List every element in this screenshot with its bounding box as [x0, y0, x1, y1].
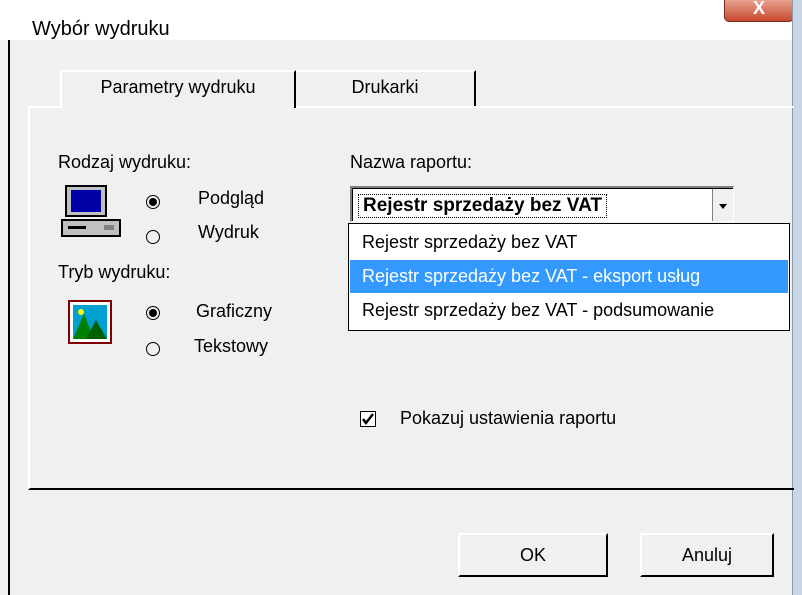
print-type-label: Rodzaj wydruku:	[58, 152, 192, 172]
computer-icon	[61, 185, 121, 237]
report-option-highlighted[interactable]: Rejestr sprzedaży bez VAT - eksport usłu…	[350, 260, 788, 293]
tab-label: Parametry wydruku	[100, 77, 256, 97]
cancel-button-label: Anuluj	[681, 545, 733, 565]
radio-tekstowy[interactable]	[146, 342, 160, 356]
report-selected-value: Rejestr sprzedaży bez VAT	[358, 194, 607, 218]
checkmark-icon	[362, 413, 374, 426]
report-combobox[interactable]: Rejestr sprzedaży bez VAT	[350, 186, 734, 222]
ok-button-label: OK	[519, 545, 546, 565]
window-title: Wybór wydruku	[32, 18, 170, 40]
report-option[interactable]: Rejestr sprzedaży bez VAT	[350, 226, 788, 259]
tab-drukarki[interactable]: Drukarki	[296, 70, 476, 106]
show-settings-checkbox[interactable]	[360, 411, 376, 427]
ok-button[interactable]: OK	[458, 533, 608, 577]
cancel-button[interactable]: Anuluj	[640, 533, 774, 577]
report-dropdown-list: Rejestr sprzedaży bez VAT Rejestr sprzed…	[348, 223, 790, 331]
close-button[interactable]: X	[724, 0, 794, 22]
radio-tekstowy-label: Tekstowy	[194, 336, 269, 356]
report-name-label: Nazwa raportu:	[350, 152, 473, 172]
title-bar: Wybór wydruku X	[0, 0, 802, 40]
radio-graficzny[interactable]	[146, 306, 160, 320]
window-border-left	[8, 40, 10, 595]
tab-parametry-wydruku[interactable]: Parametry wydruku	[60, 70, 296, 108]
radio-selected-dot	[149, 309, 157, 317]
print-dialog: Wybór wydruku X Parametry wydruku Drukar…	[0, 0, 802, 595]
close-icon: X	[752, 0, 765, 18]
radio-selected-dot	[149, 198, 157, 206]
report-option[interactable]: Rejestr sprzedaży bez VAT - podsumowanie	[350, 294, 788, 327]
radio-podglad-label: Podgląd	[198, 188, 265, 208]
radio-graficzny-label: Graficzny	[196, 301, 273, 321]
show-settings-label: Pokazuj ustawienia raportu	[400, 408, 617, 428]
landscape-picture-icon	[68, 300, 112, 344]
chevron-down-icon[interactable]	[712, 189, 733, 221]
radio-wydruk-label: Wydruk	[198, 222, 259, 242]
print-mode-label: Tryb wydruku:	[58, 262, 171, 282]
radio-podglad[interactable]	[146, 195, 160, 209]
tab-label: Drukarki	[351, 77, 419, 97]
radio-wydruk[interactable]	[146, 230, 160, 244]
